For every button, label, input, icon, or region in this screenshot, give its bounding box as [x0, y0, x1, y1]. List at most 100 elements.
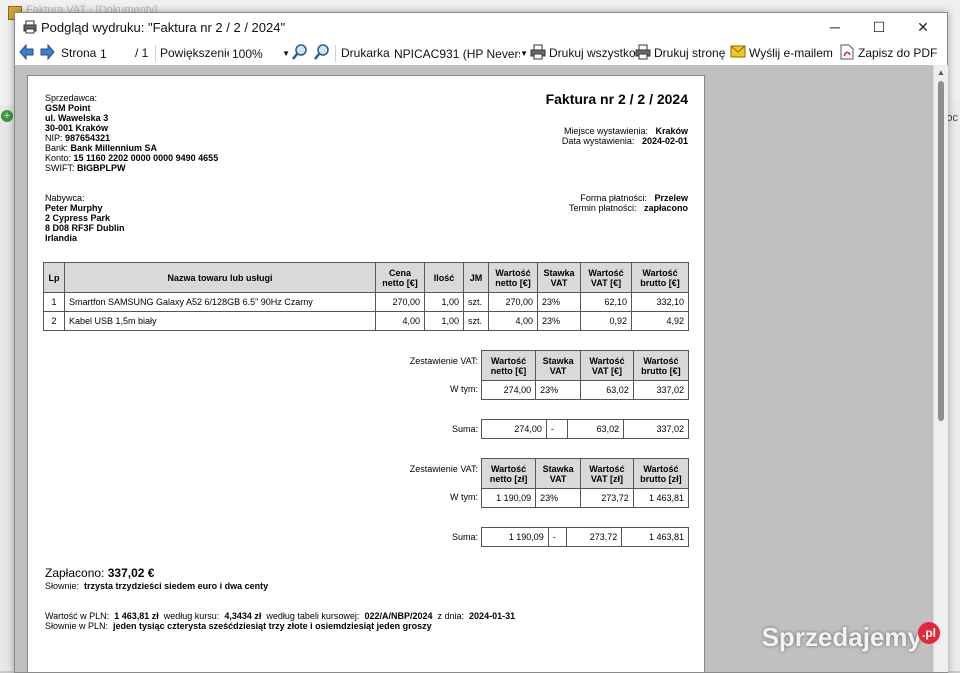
vertical-scrollbar[interactable]: ▲ — [933, 65, 948, 672]
column-header: Stawka VAT — [535, 458, 581, 489]
column-header: Wartość VAT [zł] — [579, 458, 634, 489]
swift-label: SWIFT: — [45, 163, 75, 173]
close-button[interactable]: ✕ — [901, 13, 945, 43]
scroll-up-icon[interactable]: ▲ — [937, 68, 945, 77]
table-cell: 1 463,81 — [632, 488, 690, 508]
vat-eur-header-row: Wartość netto [€] Stawka VAT Wartość VAT… — [480, 350, 690, 381]
watermark-text: Sprzedajemy — [761, 622, 922, 652]
pln-label: Wartość w PLN: — [45, 611, 110, 621]
add-icon[interactable]: + — [1, 110, 13, 122]
paid-row: Zapłacono: 337,02 € — [45, 566, 154, 580]
table-cell: 4,00 — [375, 311, 425, 331]
print-all-button[interactable]: Drukuj wszystko — [549, 46, 636, 60]
column-header: Wartość brutto [zł] — [632, 458, 690, 489]
nip-value: 987654321 — [65, 133, 111, 143]
rate-date-label: z dnia: — [437, 611, 465, 621]
payment-form-label: Forma płatności: — [580, 193, 647, 203]
vat-eur-table: Wartość netto [€] Stawka VAT Wartość VAT… — [480, 350, 690, 400]
vat-eur-row-label: W tym: — [450, 384, 478, 394]
vat-pln-label: Zestawienie VAT: — [409, 464, 478, 474]
issue-date-row: Data wystawienia: 2024-02-01 — [562, 136, 688, 146]
scrollbar-thumb[interactable] — [938, 81, 944, 421]
printer-icon — [23, 20, 37, 37]
account-value: 15 1160 2202 0000 0000 9490 4655 — [73, 153, 219, 163]
next-page-icon[interactable] — [39, 43, 55, 63]
page-number-input[interactable]: 1 — [97, 44, 135, 64]
table-row: 274,00 23% 63,02 337,02 — [480, 380, 690, 400]
email-icon[interactable] — [730, 45, 746, 62]
paid-value: 337,02 € — [107, 566, 155, 580]
table-cell: 1 — [43, 292, 65, 312]
background-left-panel — [0, 105, 15, 671]
printer-value: NPICAC931 (HP Neverstop — [394, 47, 529, 61]
bank-value: Bank Millennium SA — [70, 143, 158, 153]
buyer-name: Peter Murphy — [45, 203, 103, 213]
column-header: Wartość netto [€] — [480, 350, 537, 381]
zoom-value: 100% — [232, 47, 263, 61]
background-right-label: oc — [946, 112, 958, 124]
column-header: Wartość netto [zł] — [480, 458, 537, 489]
table-cell: - — [547, 527, 567, 547]
printer-label: Drukarka — [341, 46, 390, 60]
table-cell: 1 190,09 — [481, 527, 549, 547]
table-cell: 23% — [535, 380, 582, 400]
column-header: Wartość brutto [€] — [632, 350, 690, 381]
table-cell: 1,00 — [424, 311, 464, 331]
zoom-in-icon[interactable] — [292, 44, 308, 63]
issue-place-row: Miejsce wystawienia: Kraków — [564, 126, 688, 136]
save-pdf-button[interactable]: Zapisz do PDF — [858, 46, 937, 60]
chevron-down-icon: ▼ — [282, 49, 290, 58]
exchange-table-label: według tabeli kursowej: — [266, 611, 360, 621]
pdf-icon[interactable] — [840, 44, 854, 63]
table-cell: 270,00 — [488, 292, 538, 312]
zoom-out-icon[interactable] — [314, 44, 330, 63]
title-bar[interactable]: Podgląd wydruku: "Faktura nr 2 / 2 / 202… — [15, 13, 947, 43]
swift-row: SWIFT: BIGBPLPW — [45, 163, 126, 173]
table-cell: 63,02 — [567, 419, 625, 439]
table-cell: 332,10 — [631, 292, 689, 312]
column-header: Stawka VAT — [537, 262, 581, 293]
preview-area[interactable]: Sprzedawca: GSM Point ul. Wawelska 3 30-… — [15, 65, 933, 672]
window-title: Podgląd wydruku: "Faktura nr 2 / 2 / 202… — [41, 20, 286, 35]
buyer-city: 8 D08 RF3F Dublin — [45, 223, 125, 233]
table-cell: 4,92 — [631, 311, 689, 331]
column-header: Wartość brutto [€] — [631, 262, 689, 293]
column-header: Ilość — [424, 262, 464, 293]
column-header: JM — [463, 262, 489, 293]
table-cell: szt. — [463, 311, 489, 331]
exchange-table-value: 022/A/NBP/2024 — [364, 611, 433, 621]
table-cell: 274,00 — [480, 380, 537, 400]
minimize-button[interactable]: ─ — [813, 13, 857, 43]
zoom-select[interactable]: 100% ▼ — [229, 44, 293, 64]
table-cell: 23% — [537, 311, 581, 331]
table-cell: szt. — [463, 292, 489, 312]
chevron-down-icon: ▼ — [520, 45, 528, 63]
seller-heading: Sprzedawca: — [45, 93, 98, 103]
pln-value-row: Wartość w PLN: 1 463,81 zł według kursu:… — [45, 611, 515, 621]
prev-page-icon[interactable] — [19, 43, 35, 63]
payment-term-label: Termin płatności: — [568, 203, 637, 213]
printer-select[interactable]: NPICAC931 (HP Neverstop ▼ — [391, 44, 529, 64]
column-header: Wartość VAT [€] — [580, 262, 632, 293]
swift-value: BIGBPLPW — [77, 163, 126, 173]
sprzedajemy-watermark: Sprzedajemy.pl — [762, 622, 940, 653]
table-cell: 1 190,09 — [480, 488, 537, 508]
table-row: 1 190,09 23% 273,72 1 463,81 — [480, 488, 690, 508]
print-all-icon[interactable] — [530, 44, 546, 63]
bank-row: Bank: Bank Millennium SA — [45, 143, 157, 153]
table-cell: 63,02 — [580, 380, 634, 400]
print-page-icon[interactable] — [635, 44, 651, 63]
payment-term-value: zapłacono — [643, 203, 688, 213]
send-email-button[interactable]: Wyślij e-mailem — [749, 46, 833, 60]
words-label: Słownie: — [45, 581, 80, 591]
pln-value: 1 463,81 zł — [114, 611, 159, 621]
nip-row: NIP: 987654321 — [45, 133, 110, 143]
buyer-country: Irlandia — [45, 233, 78, 243]
table-row: 1 190,09 - 273,72 1 463,81 — [481, 527, 689, 547]
print-page-button[interactable]: Drukuj stronę — [654, 46, 725, 60]
maximize-button[interactable]: ☐ — [857, 13, 901, 43]
vat-pln-row-label: W tym: — [450, 492, 478, 502]
table-row: 274,00 - 63,02 337,02 — [481, 419, 689, 439]
vat-pln-sum-label: Suma: — [451, 532, 478, 542]
table-cell: 2 — [43, 311, 65, 331]
